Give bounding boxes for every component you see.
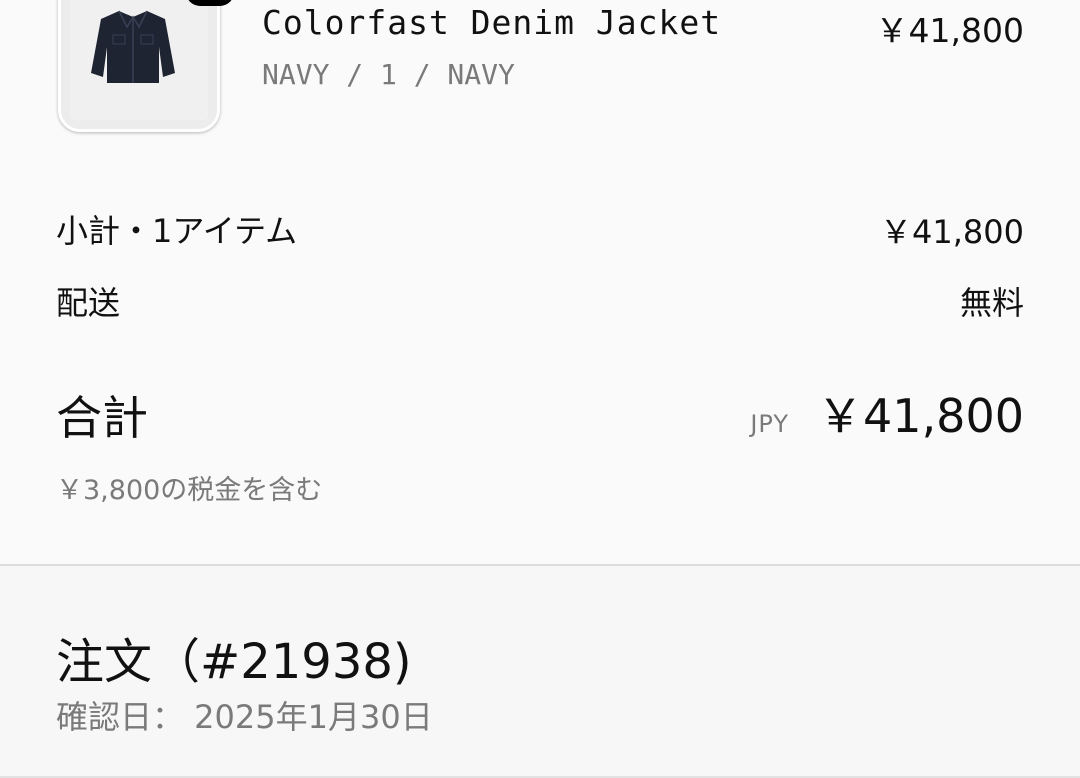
order-confirmed-date: 確認日： 2025年1月30日 <box>56 698 433 736</box>
denim-jacket-icon <box>91 10 175 83</box>
total-value: ￥41,800 <box>817 389 1024 443</box>
product-name: Colorfast Denim Jacket <box>262 3 722 42</box>
order-number-title: 注文（#21938) <box>56 634 412 690</box>
shipping-value: 無料 <box>959 284 1024 322</box>
product-variant: NAVY / 1 / NAVY <box>262 58 515 91</box>
tax-note: ￥3,800の税金を含む <box>56 475 323 506</box>
total-amount-group: JPY ￥41,800 <box>750 380 1024 446</box>
subtotal-value: ￥41,800 <box>880 213 1024 251</box>
shipping-label: 配送 <box>56 284 121 322</box>
total-label: 合計 <box>56 391 148 445</box>
order-summary-page: Colorfast Denim Jacket NAVY / 1 / NAVY ￥… <box>0 0 1080 778</box>
product-price: ￥41,800 <box>875 11 1024 50</box>
currency-code: JPY <box>750 410 790 438</box>
product-thumbnail <box>58 0 220 132</box>
subtotal-label: 小計・1アイテム <box>56 212 298 250</box>
